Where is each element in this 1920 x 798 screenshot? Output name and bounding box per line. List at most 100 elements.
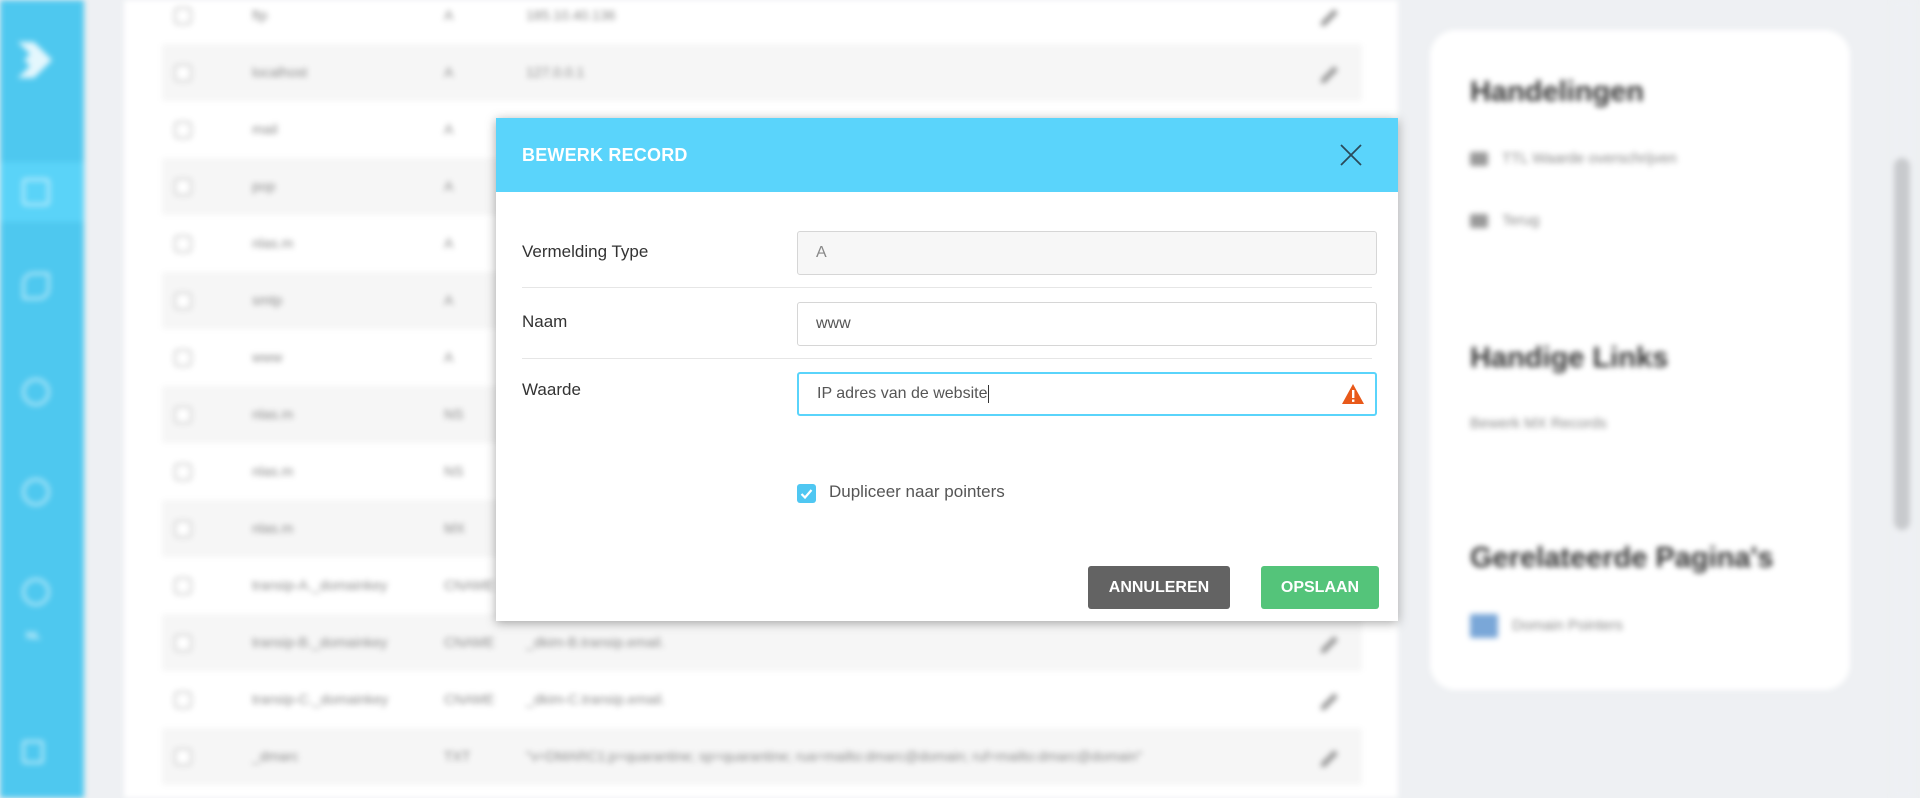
duplicate-pointers-checkbox[interactable] bbox=[797, 484, 816, 503]
row-checkbox[interactable] bbox=[174, 577, 192, 595]
record-type: A bbox=[444, 121, 454, 137]
warning-icon bbox=[1342, 384, 1364, 404]
record-name: nlas.m bbox=[252, 235, 294, 251]
pencil-icon[interactable] bbox=[1318, 689, 1342, 713]
record-name: transip-C._domainkey bbox=[252, 691, 389, 707]
domain-suffix-field bbox=[1288, 302, 1377, 346]
record-type: CNAME bbox=[444, 577, 495, 593]
plus-icon bbox=[1470, 152, 1488, 167]
record-name: www bbox=[252, 349, 283, 365]
value-input[interactable]: IP adres van de website bbox=[797, 372, 1377, 416]
table-row[interactable]: ftp A 185.10.40.136 bbox=[162, 0, 1362, 44]
table-row[interactable]: transip-B._domainkey CNAME _dkim-B.trans… bbox=[162, 614, 1362, 671]
record-name: _dmarc bbox=[252, 748, 299, 764]
record-type: A bbox=[444, 178, 454, 194]
record-type: CNAME bbox=[444, 634, 495, 650]
logout-icon[interactable] bbox=[22, 740, 44, 764]
table-row[interactable]: localhost A 127.0.0.1 bbox=[162, 44, 1362, 101]
record-value: "v=DMARC1;p=quarantine; sp=quarantine; r… bbox=[526, 748, 1143, 764]
action-back-link[interactable]: Terug bbox=[1470, 212, 1540, 229]
pencil-icon[interactable] bbox=[1318, 746, 1342, 770]
record-name: pop bbox=[252, 178, 276, 194]
record-type: A bbox=[444, 64, 454, 80]
row-checkbox[interactable] bbox=[174, 235, 192, 253]
record-name: mail bbox=[252, 121, 278, 137]
name-value: www bbox=[816, 315, 851, 332]
table-row[interactable]: transip-C._domainkey CNAME _dkim-C.trans… bbox=[162, 671, 1362, 728]
row-checkbox[interactable] bbox=[174, 520, 192, 538]
record-type: CNAME bbox=[444, 691, 495, 707]
modal-title: BEWERK RECORD bbox=[522, 145, 688, 165]
related-label: Domain Pointers bbox=[1512, 616, 1623, 634]
action-label: Terug bbox=[1502, 212, 1540, 229]
table-row[interactable]: _dmarc TXT "v=DMARC1;p=quarantine; sp=qu… bbox=[162, 728, 1362, 785]
record-type: A bbox=[444, 235, 454, 251]
row-checkbox[interactable] bbox=[174, 748, 192, 766]
record-name: nlas.m bbox=[252, 463, 294, 479]
duplicate-pointers-label[interactable]: Dupliceer naar pointers bbox=[829, 482, 1005, 502]
type-field: A bbox=[797, 231, 1377, 275]
user-icon[interactable] bbox=[22, 578, 50, 606]
record-type: NS bbox=[444, 406, 464, 422]
record-name: smtp bbox=[252, 292, 283, 308]
record-name: localhost bbox=[252, 64, 308, 80]
pencil-icon[interactable] bbox=[1318, 5, 1342, 29]
record-name: transip-B._domainkey bbox=[252, 634, 388, 650]
name-label: Naam bbox=[522, 312, 568, 331]
record-type: MX bbox=[444, 520, 465, 536]
close-icon[interactable] bbox=[1336, 140, 1366, 170]
row-checkbox[interactable] bbox=[174, 463, 192, 481]
list-icon[interactable] bbox=[22, 178, 50, 206]
sidebar: NL bbox=[0, 0, 84, 798]
mx-records-link[interactable]: Bewerk MX Records bbox=[1470, 415, 1607, 432]
domain-pointers-link[interactable]: Domain Pointers bbox=[1470, 614, 1623, 638]
action-label: TTL Waarde overschrijven bbox=[1502, 150, 1677, 167]
divider bbox=[522, 287, 1372, 288]
gear-icon[interactable] bbox=[22, 378, 50, 406]
record-type: TXT bbox=[444, 748, 471, 764]
row-checkbox[interactable] bbox=[174, 406, 192, 424]
globe-icon[interactable] bbox=[22, 478, 50, 506]
edit-record-modal: BEWERK RECORD Vermelding Type A Naam www… bbox=[496, 118, 1398, 621]
pencil-icon[interactable] bbox=[1318, 632, 1342, 656]
tag-icon[interactable] bbox=[22, 272, 50, 300]
row-checkbox[interactable] bbox=[174, 7, 192, 25]
text-caret bbox=[988, 385, 990, 403]
record-name: nlas.m bbox=[252, 406, 294, 422]
type-label: Vermelding Type bbox=[522, 242, 649, 261]
record-type: A bbox=[444, 292, 454, 308]
cancel-button[interactable]: ANNULEREN bbox=[1088, 566, 1230, 609]
language-label[interactable]: NL bbox=[26, 630, 41, 642]
record-value: _dkim-B.transip.email. bbox=[526, 634, 665, 650]
related-heading: Gerelateerde Pagina's bbox=[1470, 542, 1774, 574]
back-arrow-icon bbox=[1470, 214, 1488, 229]
type-value: A bbox=[816, 244, 827, 261]
actions-heading: Handelingen bbox=[1470, 76, 1645, 108]
row-checkbox[interactable] bbox=[174, 121, 192, 139]
record-value: 185.10.40.136 bbox=[526, 7, 616, 23]
action-ttl-link[interactable]: TTL Waarde overschrijven bbox=[1470, 150, 1677, 167]
record-name: nlas.m bbox=[252, 520, 294, 536]
domain-pointers-icon bbox=[1470, 614, 1498, 638]
row-checkbox[interactable] bbox=[174, 634, 192, 652]
save-button[interactable]: OPSLAAN bbox=[1261, 566, 1379, 609]
row-checkbox[interactable] bbox=[174, 349, 192, 367]
value-label: Waarde bbox=[522, 380, 581, 399]
name-input[interactable]: www bbox=[797, 302, 1289, 346]
value-text: IP adres van de website bbox=[817, 385, 988, 402]
links-heading: Handige Links bbox=[1470, 342, 1669, 374]
record-type: A bbox=[444, 349, 454, 365]
row-checkbox[interactable] bbox=[174, 691, 192, 709]
record-type: NS bbox=[444, 463, 464, 479]
row-checkbox[interactable] bbox=[174, 178, 192, 196]
modal-header: BEWERK RECORD bbox=[496, 118, 1398, 192]
pencil-icon[interactable] bbox=[1318, 62, 1342, 86]
logo-icon[interactable] bbox=[14, 36, 56, 84]
record-type: A bbox=[444, 7, 454, 23]
scrollbar-thumb[interactable] bbox=[1894, 158, 1910, 530]
record-name: ftp bbox=[252, 7, 268, 23]
record-value: 127.0.0.1 bbox=[526, 64, 585, 80]
row-checkbox[interactable] bbox=[174, 292, 192, 310]
row-checkbox[interactable] bbox=[174, 64, 192, 82]
checkmark-icon bbox=[800, 489, 813, 500]
